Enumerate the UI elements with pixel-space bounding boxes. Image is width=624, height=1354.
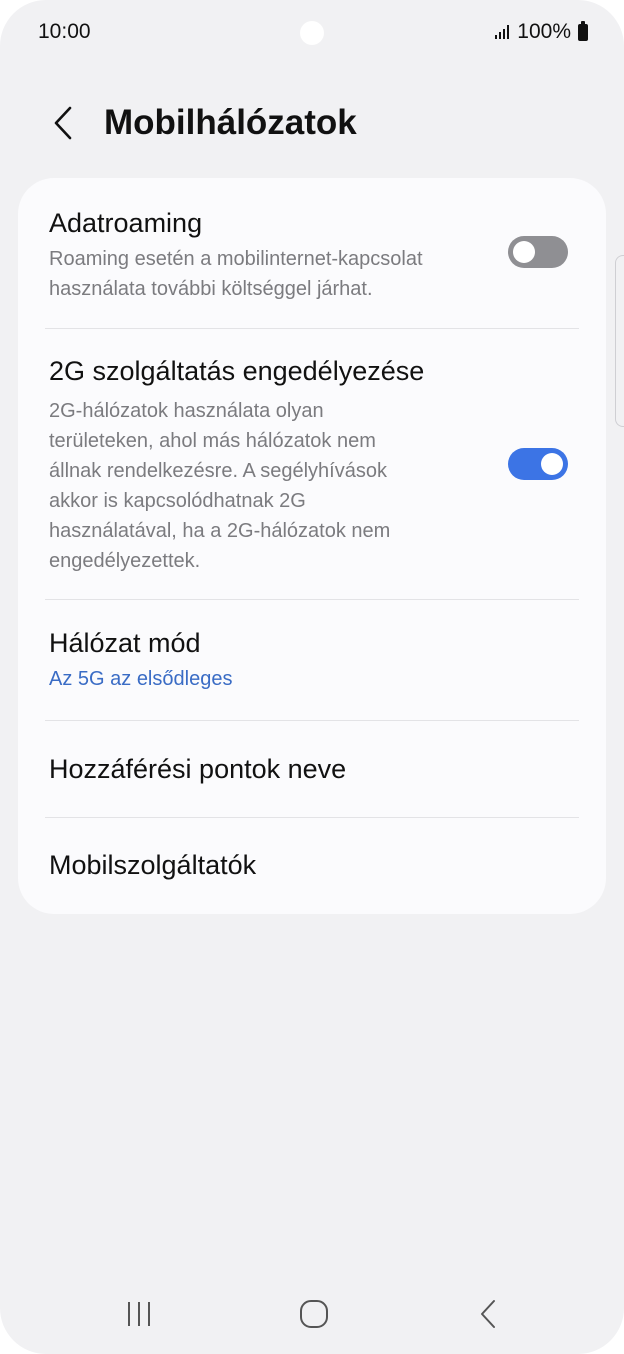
allow-2g-title: 2G szolgáltatás engedélyezése (49, 356, 425, 386)
data-roaming-row[interactable]: Adatroaming Roaming esetén a mobilintern… (18, 178, 606, 328)
chevron-left-icon (54, 106, 72, 140)
signal-icon (495, 25, 510, 39)
data-roaming-description-line-1: Roaming esetén a mobilinternet-kapcsolat (49, 248, 423, 270)
page-title: Mobilhálózatok (104, 103, 357, 142)
network-mode-row[interactable]: Hálózat mód Az 5G az elsődleges (18, 600, 606, 720)
allow-2g-toggle[interactable] (508, 448, 568, 480)
toggle-knob (541, 453, 563, 475)
camera-cutout (300, 21, 324, 45)
settings-card: Adatroaming Roaming esetén a mobilintern… (18, 178, 606, 914)
allow-2g-description-line-1: 2G-hálózatok használata olyan (49, 400, 324, 422)
phone-screen: 10:00 100% Mobilhálózatok Adatroaming Ro… (0, 0, 624, 1354)
allow-2g-description-line-3: állnak rendelkezésre. A segélyhívások (49, 460, 387, 482)
network-mode-title: Hálózat mód (49, 628, 201, 658)
allow-2g-description-line-4: akkor is kapcsolódhatnak 2G (49, 490, 306, 512)
network-operators-title: Mobilszolgáltatók (49, 850, 257, 880)
allow-2g-description-line-2: területeken, ahol más hálózatok nem (49, 430, 376, 452)
allow-2g-description-line-6: engedélyezettek. (49, 550, 201, 572)
edge-panel-handle[interactable] (615, 255, 624, 427)
data-roaming-toggle[interactable] (508, 236, 568, 268)
status-icons: 100% (495, 20, 588, 44)
access-point-names-row[interactable]: Hozzáférési pontok neve (18, 721, 606, 817)
battery-percentage: 100% (517, 20, 571, 43)
home-button[interactable] (279, 1292, 349, 1336)
back-button[interactable] (40, 100, 86, 146)
battery-icon (578, 20, 588, 41)
back-icon (481, 1300, 495, 1328)
home-icon (300, 1300, 328, 1328)
network-mode-value: Az 5G az elsődleges (49, 668, 233, 690)
network-operators-row[interactable]: Mobilszolgáltatók (18, 818, 606, 914)
data-roaming-title: Adatroaming (49, 208, 203, 238)
access-point-names-title: Hozzáférési pontok neve (49, 754, 347, 784)
allow-2g-description-line-5: használatával, ha a 2G-hálózatok nem (49, 520, 391, 542)
recent-apps-button[interactable] (105, 1292, 175, 1336)
data-roaming-description-line-2: használata további költséggel járhat. (49, 278, 373, 300)
status-time: 10:00 (38, 20, 91, 43)
nav-back-button[interactable] (453, 1292, 523, 1336)
allow-2g-row[interactable]: 2G szolgáltatás engedélyezése 2G-hálózat… (18, 329, 606, 599)
recent-apps-icon (128, 1302, 150, 1326)
toggle-knob (513, 241, 535, 263)
